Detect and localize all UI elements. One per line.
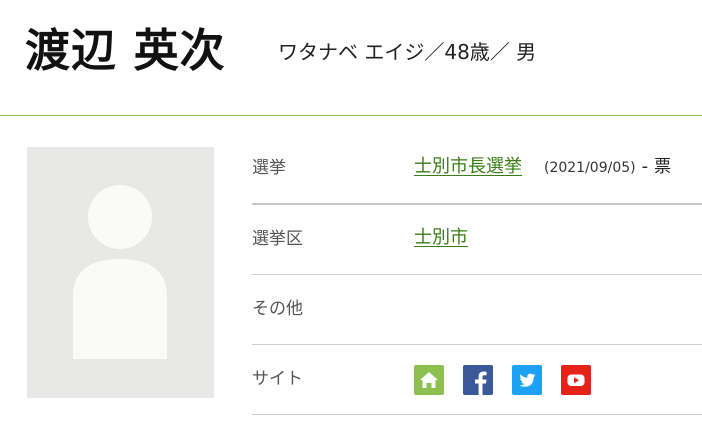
district-value: 士別市 bbox=[414, 225, 468, 251]
site-icons bbox=[414, 365, 591, 395]
facebook-icon[interactable] bbox=[463, 365, 493, 395]
site-label: サイト bbox=[252, 369, 303, 389]
profile-header: 渡辺 英次 ワタナベ エイジ／48歳／ 男 bbox=[0, 0, 702, 116]
avatar-icon bbox=[73, 185, 167, 359]
election-value: 士別市長選挙 (2021/09/05) - 票 bbox=[414, 154, 671, 181]
election-date: (2021/09/05) bbox=[544, 160, 636, 176]
youtube-icon[interactable] bbox=[561, 365, 591, 395]
home-icon[interactable] bbox=[414, 365, 444, 395]
candidate-meta: ワタナベ エイジ／48歳／ 男 bbox=[278, 40, 537, 64]
row-site: サイト bbox=[252, 345, 702, 415]
row-election: 選挙 士別市長選挙 (2021/09/05) - 票 bbox=[252, 134, 702, 205]
district-label: 選挙区 bbox=[252, 229, 303, 249]
election-label: 選挙 bbox=[252, 158, 286, 178]
twitter-icon[interactable] bbox=[512, 365, 542, 395]
district-link[interactable]: 士別市 bbox=[414, 227, 468, 248]
row-other: その他 bbox=[252, 275, 702, 345]
avatar-placeholder bbox=[27, 147, 214, 398]
election-link[interactable]: 士別市長選挙 bbox=[414, 156, 522, 177]
row-district: 選挙区 士別市 bbox=[252, 205, 702, 275]
election-dash: - bbox=[641, 156, 649, 177]
candidate-name: 渡辺 英次 bbox=[25, 24, 226, 77]
other-label: その他 bbox=[252, 299, 303, 319]
election-votes: 票 bbox=[654, 157, 672, 177]
profile-table: 選挙 士別市長選挙 (2021/09/05) - 票 選挙区 士別市 その他 サイト bbox=[252, 134, 702, 415]
